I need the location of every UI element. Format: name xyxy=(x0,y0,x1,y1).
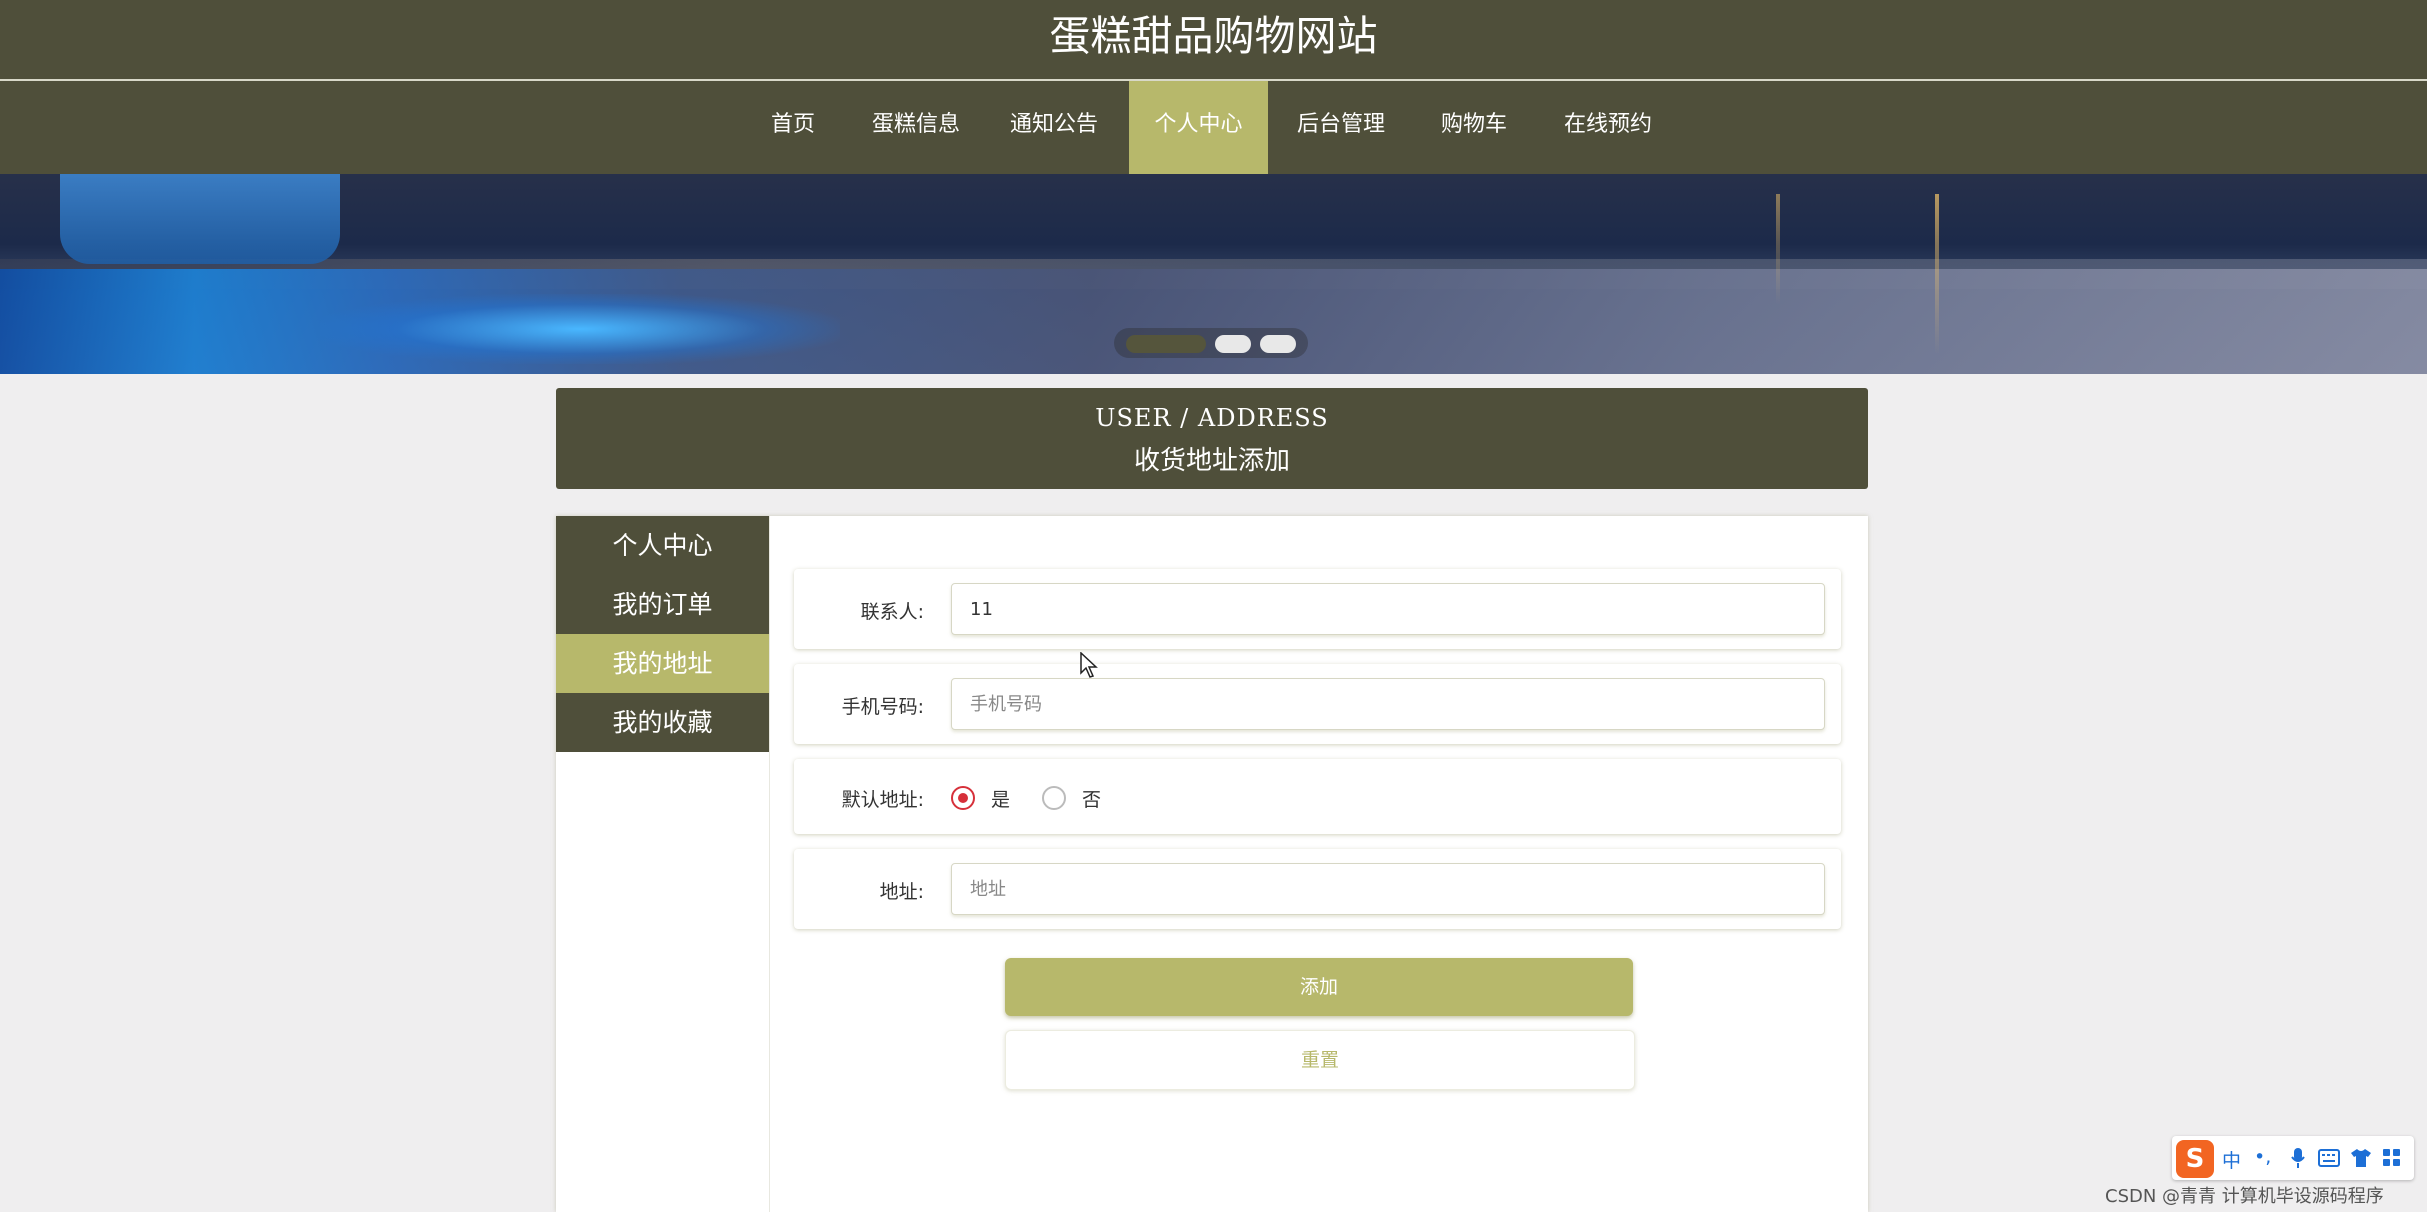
default-yes-label[interactable]: 是 xyxy=(991,785,1010,812)
contact-input[interactable] xyxy=(968,584,1812,634)
add-button[interactable]: 添加 xyxy=(1005,958,1633,1016)
ime-punctuation-label[interactable]: •, xyxy=(2254,1146,2271,1168)
mouse-cursor-icon xyxy=(1080,652,1098,678)
skin-shirt-icon[interactable] xyxy=(2350,1148,2372,1168)
keyboard-icon[interactable] xyxy=(2318,1149,2340,1167)
banner-light-streak xyxy=(1776,194,1780,304)
form-row-phone: 手机号码: xyxy=(794,664,1841,744)
phone-label: 手机号码: xyxy=(841,696,924,718)
section-header: USER / ADDRESS 收货地址添加 xyxy=(556,388,1868,489)
form-row-default-address: 默认地址: 是 否 xyxy=(794,759,1841,834)
banner-pillar xyxy=(60,174,340,264)
phone-field xyxy=(951,678,1825,730)
nav-item-cart[interactable]: 购物车 xyxy=(1425,81,1523,174)
reset-button[interactable]: 重置 xyxy=(1005,1030,1635,1090)
sogou-logo-icon[interactable]: S xyxy=(2176,1140,2214,1178)
address-field xyxy=(951,863,1825,915)
default-address-label: 默认地址: xyxy=(841,789,924,811)
phone-input[interactable] xyxy=(968,679,1812,729)
banner-light-streak xyxy=(1935,194,1939,354)
sidebar-item-my-favorites[interactable]: 我的收藏 xyxy=(556,693,769,752)
sidebar-item-personal-center[interactable]: 个人中心 xyxy=(556,516,769,575)
nav-item-notices[interactable]: 通知公告 xyxy=(997,81,1111,174)
contact-field xyxy=(951,583,1825,635)
section-title-en: USER / ADDRESS xyxy=(1095,404,1329,432)
sidebar-item-my-orders[interactable]: 我的订单 xyxy=(556,575,769,634)
default-no-radio[interactable] xyxy=(1042,786,1066,810)
contact-label: 联系人: xyxy=(860,601,924,623)
form-row-contact: 联系人: xyxy=(794,569,1841,649)
site-title: 蛋糕甜品购物网站 xyxy=(1049,12,1378,60)
nav-item-personal-center[interactable]: 个人中心 xyxy=(1129,81,1268,174)
nav-item-booking[interactable]: 在线预约 xyxy=(1551,81,1665,174)
address-label: 地址: xyxy=(879,881,924,903)
form-row-address: 地址: xyxy=(794,849,1841,929)
carousel-dot-2[interactable] xyxy=(1215,335,1251,353)
main-nav: 首页 蛋糕信息 通知公告 个人中心 后台管理 购物车 在线预约 xyxy=(0,81,2427,174)
section-title-cn: 收货地址添加 xyxy=(1133,446,1290,476)
nav-item-home[interactable]: 首页 xyxy=(753,81,833,174)
sidebar-item-my-address[interactable]: 我的地址 xyxy=(556,634,769,693)
app-grid-icon[interactable] xyxy=(2382,1148,2402,1168)
ime-toolbar: S 中 •, xyxy=(2172,1136,2414,1180)
nav-item-cake-info[interactable]: 蛋糕信息 xyxy=(859,81,973,174)
banner-glow xyxy=(320,294,840,364)
watermark-text: CSDN @青青 计算机毕设源码程序 xyxy=(2105,1186,2384,1207)
default-no-label[interactable]: 否 xyxy=(1082,785,1101,812)
carousel-dot-1[interactable] xyxy=(1126,335,1206,353)
microphone-icon[interactable] xyxy=(2290,1147,2306,1169)
nav-item-admin[interactable]: 后台管理 xyxy=(1284,81,1398,174)
ime-mode-label[interactable]: 中 xyxy=(2222,1146,2241,1173)
default-yes-radio[interactable] xyxy=(951,786,975,810)
carousel-dot-3[interactable] xyxy=(1260,335,1296,353)
address-input[interactable] xyxy=(968,864,1812,914)
